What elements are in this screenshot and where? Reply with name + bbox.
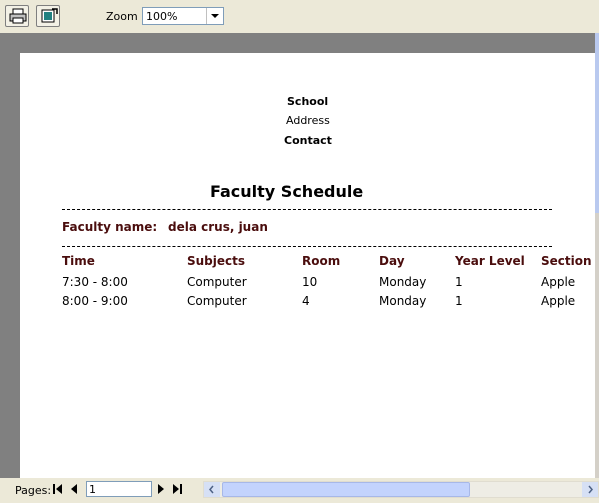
next-page-button[interactable]	[155, 482, 167, 496]
column-header-subjects: Subjects	[187, 254, 246, 268]
faculty-name-label: Faculty name:	[62, 220, 158, 234]
vertical-scrollbar[interactable]	[595, 33, 599, 478]
print-button[interactable]	[5, 5, 29, 27]
column-header-section: Section	[541, 254, 592, 268]
report-preview-area: School Address Contact Faculty Schedule …	[0, 33, 595, 478]
pages-label: Pages:	[15, 484, 52, 497]
column-header-room: Room	[302, 254, 341, 268]
scroll-right-button[interactable]	[582, 482, 598, 497]
report-title: Faculty Schedule	[210, 182, 364, 201]
column-header-year-level: Year Level	[455, 254, 525, 268]
cell-subject: Computer	[187, 294, 247, 308]
export-icon	[41, 8, 58, 23]
last-page-icon	[173, 484, 182, 494]
chevron-left-icon	[209, 485, 214, 494]
cell-year-level: 1	[455, 275, 463, 289]
scroll-left-button[interactable]	[204, 482, 220, 497]
dashed-divider	[62, 246, 552, 247]
first-page-button[interactable]	[52, 482, 64, 496]
chevron-right-icon	[588, 485, 593, 494]
dashed-divider	[62, 209, 552, 210]
previous-page-button[interactable]	[68, 482, 80, 496]
report-page: School Address Contact Faculty Schedule …	[20, 53, 595, 478]
export-button[interactable]	[36, 5, 60, 27]
school-name: School	[287, 95, 329, 108]
page-number-input[interactable]: 1	[86, 481, 152, 497]
column-header-day: Day	[379, 254, 405, 268]
cell-time: 7:30 - 8:00	[62, 275, 128, 289]
cell-section: Apple	[541, 275, 576, 289]
faculty-name-value: dela crus, juan	[168, 220, 268, 234]
cell-time: 8:00 - 9:00	[62, 294, 128, 308]
page-number-value: 1	[89, 483, 96, 496]
horizontal-scroll-thumb[interactable]	[222, 482, 470, 497]
cell-section: Apple	[541, 294, 576, 308]
status-bar: Pages: 1	[0, 478, 599, 503]
vertical-scroll-thumb[interactable]	[595, 33, 599, 213]
toolbar: Zoom 100%	[0, 0, 599, 33]
zoom-dropdown-button[interactable]	[206, 8, 223, 24]
printer-icon	[9, 8, 27, 24]
cell-subject: Computer	[187, 275, 247, 289]
cell-day: Monday	[379, 294, 427, 308]
column-header-time: Time	[62, 254, 95, 268]
cell-room: 10	[302, 275, 318, 289]
zoom-select[interactable]: 100%	[142, 7, 224, 25]
last-page-button[interactable]	[171, 482, 183, 496]
zoom-value: 100%	[146, 10, 178, 23]
cell-room: 4	[302, 294, 310, 308]
chevron-down-icon	[211, 14, 219, 18]
next-page-icon	[158, 484, 164, 494]
horizontal-scrollbar[interactable]	[203, 481, 599, 498]
cell-year-level: 1	[455, 294, 463, 308]
school-address: Address	[286, 114, 330, 127]
previous-page-icon	[71, 484, 77, 494]
school-contact: Contact	[284, 134, 332, 147]
first-page-icon	[53, 484, 62, 494]
zoom-label: Zoom	[106, 10, 138, 23]
cell-day: Monday	[379, 275, 427, 289]
